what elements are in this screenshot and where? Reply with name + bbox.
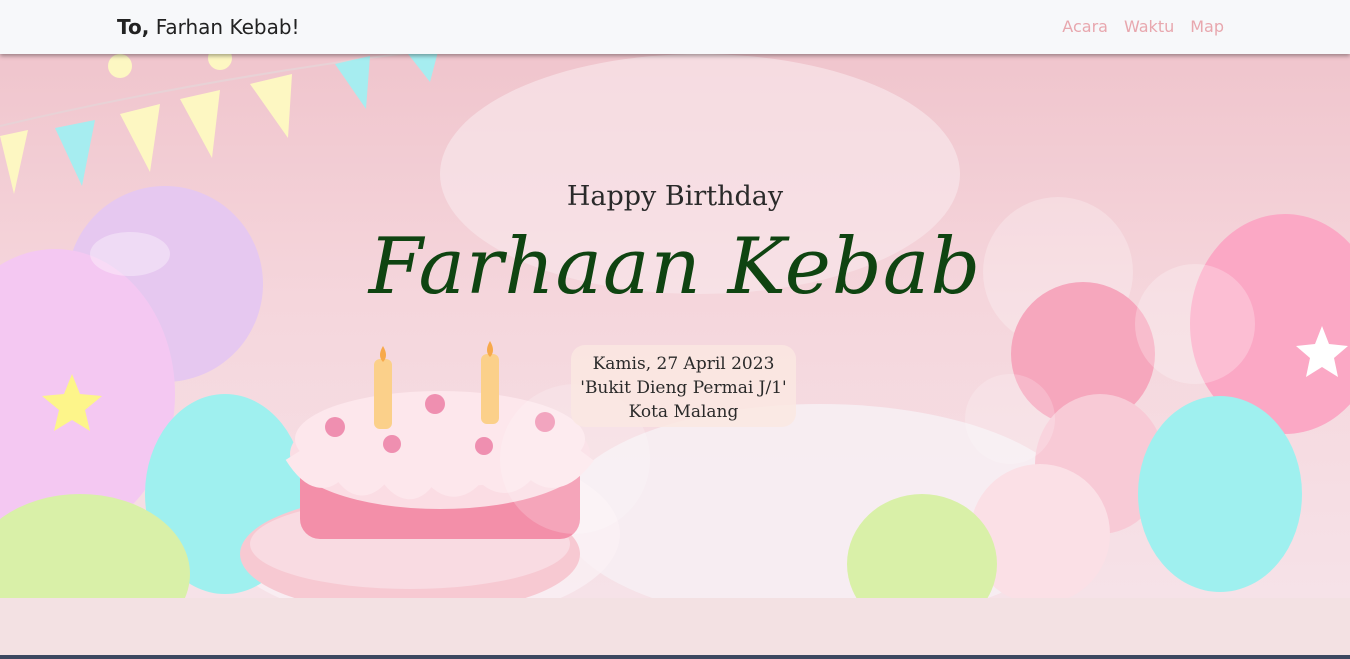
event-address: 'Bukit Dieng Permai J/1' [580, 378, 787, 398]
celebrant-name: Farhaan Kebab [368, 222, 982, 312]
hero-text: Happy Birthday Farhaan Kebab Kamis, 27 A… [0, 54, 1350, 598]
event-date: Kamis, 27 April 2023 [592, 354, 775, 374]
brand-guest-name: Farhan Kebab! [155, 15, 300, 39]
nav-link-map[interactable]: Map [1190, 17, 1224, 36]
top-navbar: To, Farhan Kebab! Acara Waktu Map [0, 0, 1350, 54]
hero-section: Happy Birthday Farhaan Kebab Kamis, 27 A… [0, 54, 1350, 598]
nav-link-waktu[interactable]: Waktu [1124, 17, 1174, 36]
brand-title[interactable]: To, Farhan Kebab! [117, 15, 300, 39]
event-city: Kota Malang [628, 402, 739, 422]
bottom-bar [0, 655, 1350, 659]
nav-link-acara[interactable]: Acara [1062, 17, 1108, 36]
event-info-box: Kamis, 27 April 2023 'Bukit Dieng Permai… [571, 345, 796, 427]
nav-links: Acara Waktu Map [1062, 17, 1224, 36]
brand-prefix: To, [117, 15, 150, 39]
next-section [0, 598, 1350, 659]
hero-subtitle: Happy Birthday [566, 181, 784, 212]
